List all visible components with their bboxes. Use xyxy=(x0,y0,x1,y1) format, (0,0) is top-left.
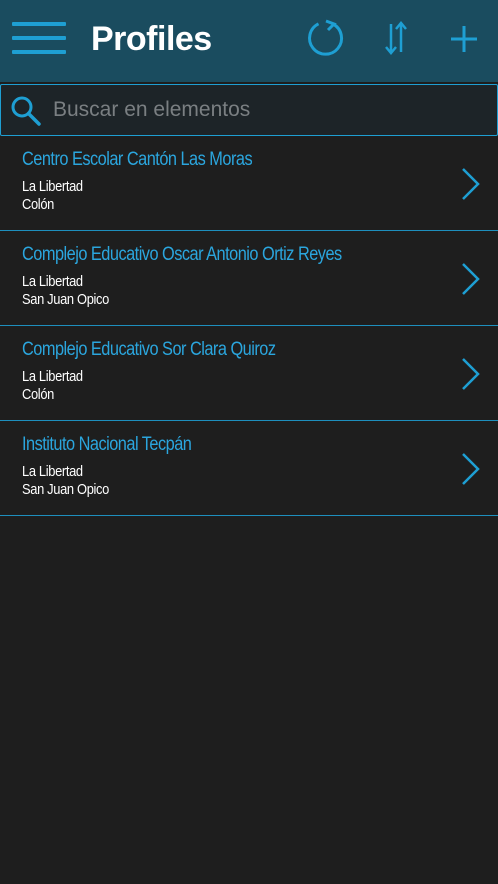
item-department: La Libertad xyxy=(22,368,83,385)
chevron-right-icon[interactable] xyxy=(460,167,482,201)
profiles-list: Centro Escolar Cantón Las Moras La Liber… xyxy=(0,136,498,516)
search-input[interactable] xyxy=(53,93,473,127)
menu-line xyxy=(12,50,66,54)
item-title: Complejo Educativo Oscar Antonio Ortiz R… xyxy=(22,244,342,265)
refresh-icon[interactable] xyxy=(306,18,346,58)
search-bar[interactable] xyxy=(0,84,498,136)
hamburger-menu-icon[interactable] xyxy=(12,20,66,56)
item-municipality: Colón xyxy=(22,196,54,213)
item-department: La Libertad xyxy=(22,463,83,480)
list-item[interactable]: Complejo Educativo Oscar Antonio Ortiz R… xyxy=(0,231,498,326)
chevron-right-icon[interactable] xyxy=(460,357,482,391)
item-municipality: San Juan Opico xyxy=(22,291,109,308)
add-icon[interactable] xyxy=(449,18,479,58)
item-title: Instituto Nacional Tecpán xyxy=(22,434,192,455)
sort-icon[interactable] xyxy=(382,18,410,58)
chevron-right-icon[interactable] xyxy=(460,262,482,296)
chevron-right-icon[interactable] xyxy=(460,452,482,486)
page-title: Profiles xyxy=(91,20,212,58)
list-item[interactable]: Centro Escolar Cantón Las Moras La Liber… xyxy=(0,136,498,231)
item-department: La Libertad xyxy=(22,273,83,290)
menu-line xyxy=(12,22,66,26)
item-title: Complejo Educativo Sor Clara Quiroz xyxy=(22,339,276,360)
app-root: Profiles Buscar en elementos Centro Esco… xyxy=(0,0,498,884)
menu-line xyxy=(12,36,66,40)
list-item[interactable]: Instituto Nacional Tecpán La Libertad Sa… xyxy=(0,421,498,516)
item-title: Centro Escolar Cantón Las Moras xyxy=(22,149,253,170)
list-item[interactable]: Complejo Educativo Sor Clara Quiroz La L… xyxy=(0,326,498,421)
app-header: Profiles xyxy=(0,0,498,82)
item-municipality: San Juan Opico xyxy=(22,481,109,498)
search-icon xyxy=(10,95,42,127)
item-department: La Libertad xyxy=(22,178,83,195)
item-municipality: Colón xyxy=(22,386,54,403)
